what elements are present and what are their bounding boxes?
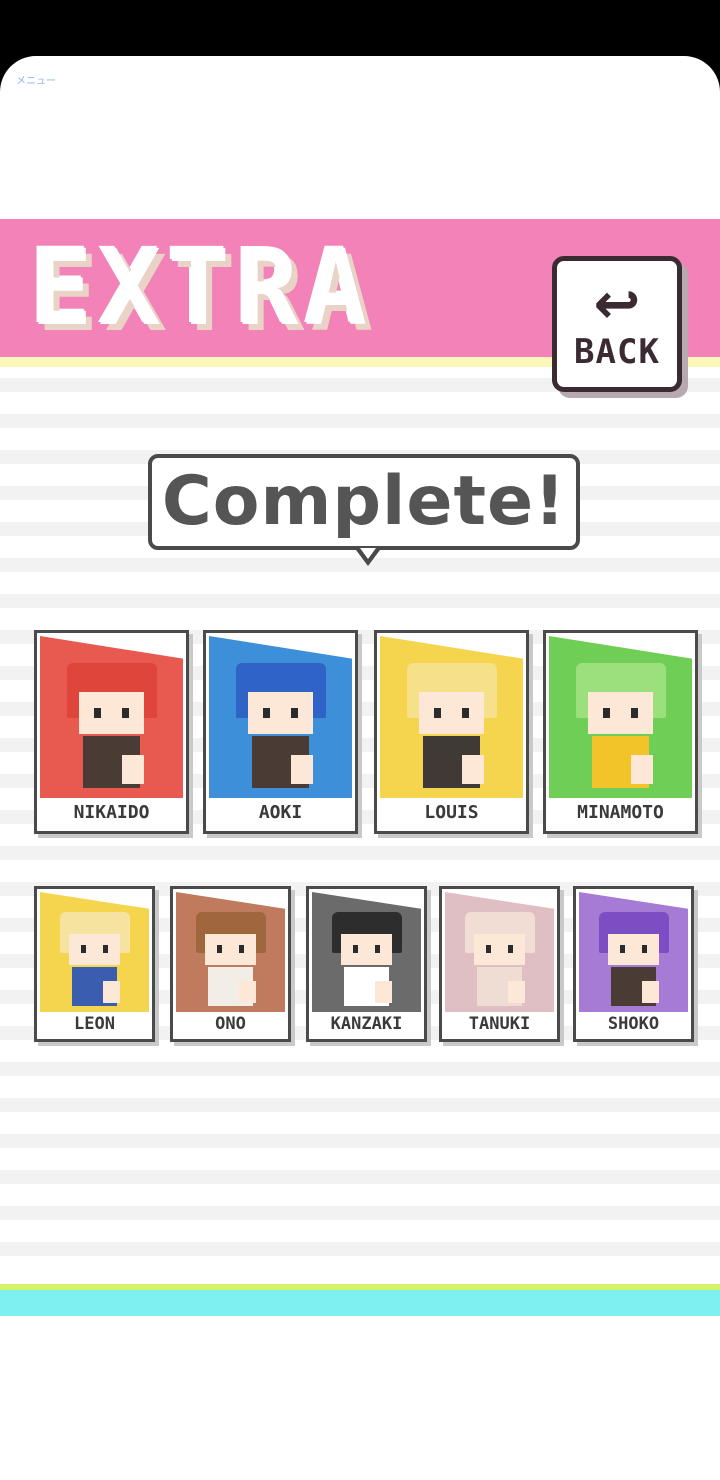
character-face	[588, 692, 653, 734]
character-figure	[66, 663, 157, 794]
character-eye-left	[352, 945, 359, 953]
character-figure	[195, 912, 266, 1010]
character-figure	[331, 912, 402, 1010]
speech-bubble-tail-inner	[360, 548, 376, 559]
character-eye-left	[433, 708, 441, 718]
character-figure	[464, 912, 535, 1010]
character-card-kanzaki[interactable]: KANZAKI	[306, 886, 427, 1042]
character-face	[79, 692, 144, 734]
character-eye-right	[238, 945, 245, 953]
character-card-shoko[interactable]: SHOKO	[573, 886, 694, 1042]
character-name: MINAMOTO	[577, 802, 664, 823]
footer-stripe-cyan	[0, 1290, 720, 1316]
character-name: AOKI	[258, 802, 303, 823]
character-card-louis[interactable]: LOUIS	[374, 630, 529, 834]
character-eye-right	[507, 945, 514, 953]
character-name: TANUKI	[468, 1014, 531, 1034]
character-eye-right	[102, 945, 109, 953]
character-card-ono[interactable]: ONO	[170, 886, 291, 1042]
character-hand	[641, 981, 659, 1003]
character-hand	[374, 981, 392, 1003]
character-eye-right	[631, 708, 639, 718]
return-arrow-icon: ↩	[593, 272, 641, 337]
complete-speech-bubble: Complete!	[148, 454, 580, 550]
character-card-aoki[interactable]: AOKI	[203, 630, 358, 834]
character-card-minamoto[interactable]: MINAMOTO	[543, 630, 698, 834]
page-title: EXTRA	[30, 227, 374, 349]
character-card-nikaido[interactable]: NIKAIDO	[34, 630, 189, 834]
character-eye-right	[641, 945, 648, 953]
character-eye-right	[462, 708, 470, 718]
character-name: LEON	[74, 1014, 115, 1034]
character-face	[419, 692, 484, 734]
character-face	[341, 934, 392, 965]
character-eye-left	[262, 708, 270, 718]
character-eye-left	[93, 708, 101, 718]
character-face	[69, 934, 120, 965]
game-screen: メニュー EXTRA ↩ BACK Complete! NIKAIDO AOKI L…	[0, 56, 720, 1480]
complete-message: Complete!	[161, 462, 567, 541]
character-face	[248, 692, 313, 734]
character-hand	[507, 981, 525, 1003]
character-eye-left	[80, 945, 87, 953]
character-figure	[575, 663, 666, 794]
character-figure	[406, 663, 497, 794]
character-eye-left	[485, 945, 492, 953]
character-name: LOUIS	[424, 802, 479, 823]
character-eye-left	[216, 945, 223, 953]
character-name: KANZAKI	[330, 1014, 403, 1034]
back-button-label: BACK	[574, 332, 660, 372]
character-card-leon[interactable]: LEON	[34, 886, 155, 1042]
character-hand	[238, 981, 256, 1003]
character-card-tanuki[interactable]: TANUKI	[439, 886, 560, 1042]
character-figure	[235, 663, 326, 794]
character-eye-left	[602, 708, 610, 718]
menu-label[interactable]: メニュー	[16, 72, 56, 87]
back-button[interactable]: ↩ BACK	[552, 256, 682, 392]
character-face	[205, 934, 256, 965]
character-face	[608, 934, 659, 965]
character-figure	[59, 912, 130, 1010]
character-name: SHOKO	[607, 1014, 660, 1034]
character-name: ONO	[215, 1014, 246, 1034]
character-face	[474, 934, 525, 965]
character-hand	[631, 755, 653, 784]
character-hand	[462, 755, 484, 784]
character-eye-left	[619, 945, 626, 953]
character-figure	[598, 912, 669, 1010]
character-hand	[122, 755, 144, 784]
character-name: NIKAIDO	[73, 802, 150, 823]
character-eye-right	[122, 708, 130, 718]
character-eye-right	[291, 708, 299, 718]
character-hand	[102, 981, 120, 1003]
character-eye-right	[374, 945, 381, 953]
character-hand	[291, 755, 313, 784]
